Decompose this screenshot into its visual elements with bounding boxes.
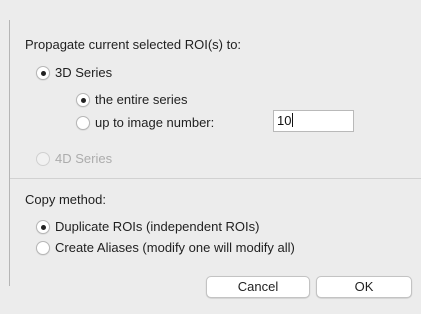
duplicate-rois-radio[interactable] xyxy=(36,220,50,234)
up-to-image-radio[interactable] xyxy=(76,116,90,130)
series-3d-radio[interactable] xyxy=(36,66,50,80)
duplicate-rois-label[interactable]: Duplicate ROIs (independent ROIs) xyxy=(55,219,259,235)
series-3d-label[interactable]: 3D Series xyxy=(55,65,112,81)
entire-series-label[interactable]: the entire series xyxy=(95,92,188,108)
ok-button[interactable]: OK xyxy=(316,276,412,298)
propagate-heading: Propagate current selected ROI(s) to: xyxy=(25,37,242,52)
text-caret xyxy=(292,113,294,127)
image-number-value: 10 xyxy=(277,113,292,128)
section-divider xyxy=(10,178,421,179)
copy-method-heading: Copy method: xyxy=(25,192,106,207)
series-4d-label: 4D Series xyxy=(55,151,113,166)
up-to-image-label[interactable]: up to image number: xyxy=(95,115,214,131)
create-aliases-radio[interactable] xyxy=(36,241,50,255)
cancel-button[interactable]: Cancel xyxy=(206,276,310,298)
series-4d-radio[interactable] xyxy=(36,152,50,166)
create-aliases-label[interactable]: Create Aliases (modify one will modify a… xyxy=(55,240,295,256)
window-left-edge xyxy=(9,20,10,286)
entire-series-radio[interactable] xyxy=(76,93,90,107)
image-number-input[interactable]: 10 xyxy=(273,110,354,132)
